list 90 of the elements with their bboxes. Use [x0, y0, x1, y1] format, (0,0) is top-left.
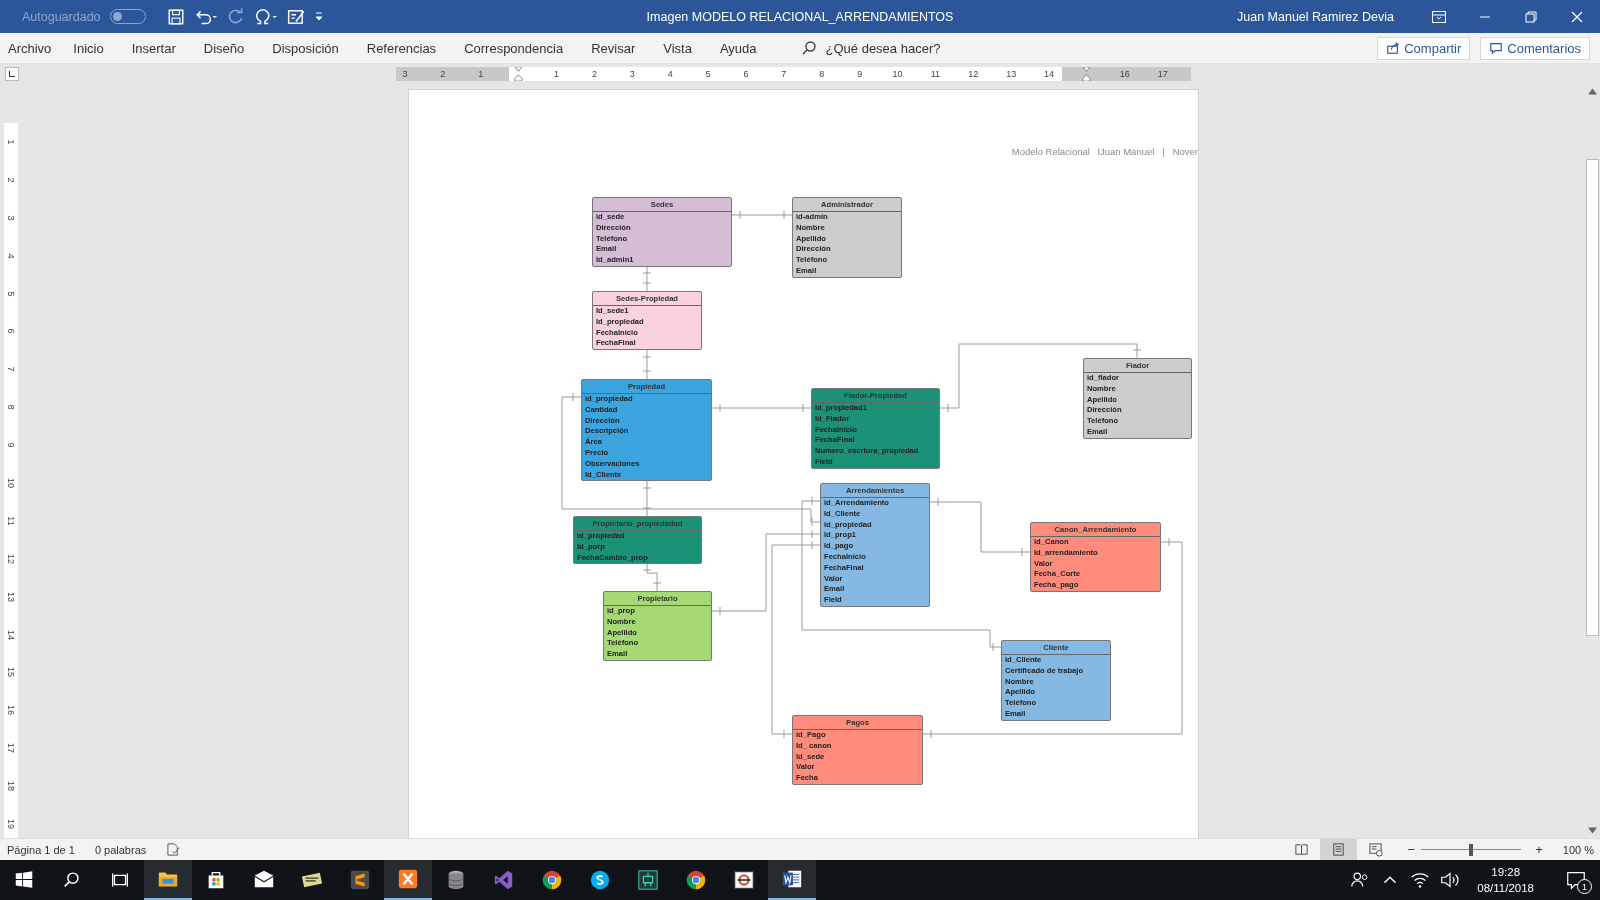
folder-icon[interactable]: [144, 860, 192, 900]
zoom-out-button[interactable]: −: [1407, 842, 1416, 857]
ruler-number: 5: [6, 291, 16, 296]
tab-selector[interactable]: [5, 67, 19, 81]
connector-line: [642, 264, 652, 292]
clock-date: 08/11/2018: [1477, 881, 1534, 896]
zoom-thumb[interactable]: [1469, 843, 1474, 856]
form-edit-icon[interactable]: [286, 7, 305, 26]
menu-item[interactable]: Insertar: [131, 40, 176, 56]
ruler-number: 9: [857, 69, 863, 79]
ruler-number: 3: [6, 215, 16, 221]
indent-marker-icon[interactable]: [1082, 67, 1092, 81]
clock[interactable]: 19:28 08/11/2018: [1477, 860, 1534, 900]
ruler-number: 10: [6, 477, 16, 488]
proofing-icon[interactable]: [166, 842, 182, 857]
user-name: Juan Manuel Ramirez Devia: [1237, 9, 1394, 24]
indent-marker-icon[interactable]: [514, 67, 524, 81]
scroll-thumb[interactable]: [1586, 159, 1599, 636]
ruler-number: 18: [6, 781, 16, 792]
menu-item[interactable]: Diseño: [203, 40, 245, 56]
notification-icon[interactable]: [1565, 869, 1587, 891]
ruler-number: 7: [781, 69, 787, 79]
xampp-icon[interactable]: [384, 860, 432, 900]
ruler-number: 1: [478, 69, 484, 79]
notification-badge: 1: [1577, 879, 1592, 894]
ruler-number: 3: [629, 69, 635, 79]
ruler-number: 7: [6, 366, 16, 372]
ruler-number: 8: [6, 404, 16, 410]
word-icon[interactable]: [768, 860, 816, 900]
zoom-level[interactable]: 100 %: [1562, 843, 1594, 856]
menu-item[interactable]: Archivo: [8, 40, 52, 56]
ruler-number: 11: [6, 516, 16, 526]
search-icon: [800, 40, 817, 56]
ruler-number: 4: [6, 253, 16, 259]
ruler-number: 2: [440, 69, 446, 79]
ruler-number: 11: [930, 69, 941, 79]
ruler-number: 16: [6, 705, 16, 716]
ruler-number: 15: [6, 667, 16, 678]
ruler-number: 17: [6, 743, 16, 754]
menu-item[interactable]: Correspondencia: [464, 40, 564, 56]
ruler-number: 16: [1119, 69, 1130, 79]
ruler-number: 14: [1044, 69, 1055, 79]
connector-line: [642, 561, 662, 592]
ruler-number: 1: [554, 69, 559, 79]
comments-button[interactable]: Comentarios: [1480, 36, 1590, 60]
zoom-in-button[interactable]: +: [1535, 842, 1543, 857]
omega-icon[interactable]: [253, 7, 278, 26]
ruler-number: 4: [667, 69, 673, 79]
ruler-number: 12: [968, 69, 979, 79]
ruler-number: 12: [6, 553, 16, 564]
page-count: Página 1 de 1: [7, 843, 75, 856]
ruler-number: 13: [1006, 69, 1017, 79]
autosave-label: Autoguardado: [22, 9, 101, 24]
word-count: 0 palabras: [94, 843, 147, 856]
redo-icon[interactable]: [226, 7, 245, 26]
window-title: Imagen MODELO RELACIONAL_ARRENDAMIENTOS: [646, 9, 954, 24]
search-field[interactable]: ¿Qué desea hacer?: [800, 40, 976, 56]
ribbon-display-icon[interactable]: [1431, 8, 1447, 25]
share-button[interactable]: Compartir: [1377, 36, 1471, 60]
scrollbar[interactable]: [1585, 84, 1600, 838]
ruler-number: 5: [705, 69, 711, 79]
ruler-number: 2: [591, 69, 597, 79]
customize-icon[interactable]: [313, 10, 324, 23]
save-icon[interactable]: [166, 7, 185, 26]
menu-item[interactable]: Revisar: [591, 40, 636, 56]
ruler-number: 17: [1157, 69, 1168, 79]
ruler-number: 14: [6, 629, 16, 640]
menu-item[interactable]: Vista: [663, 40, 692, 56]
connector-line: [731, 210, 793, 220]
menu-item[interactable]: Disposición: [272, 40, 339, 56]
ruler-number: 2: [6, 177, 16, 183]
comment-icon: [1489, 41, 1504, 55]
ruler-number: 1: [6, 139, 16, 145]
share-icon: [1386, 41, 1401, 55]
ruler-number: 8: [819, 69, 825, 79]
print-layout-icon[interactable]: [1319, 839, 1357, 860]
ruler-number: 10: [892, 69, 903, 79]
header-note: Modelo Relacional lJuan Manuel | Nover: [1011, 146, 1198, 157]
ruler-number: 3: [402, 69, 408, 79]
menu-item[interactable]: Referencias: [366, 40, 437, 56]
restore-icon[interactable]: [1523, 8, 1539, 25]
clock-time: 19:28: [1491, 865, 1521, 880]
ruler-number: 6: [6, 328, 16, 334]
ruler-number: 19: [6, 818, 16, 829]
menu-item[interactable]: Inicio: [73, 40, 104, 56]
connector-line: [642, 348, 652, 380]
ruler-number: 9: [6, 442, 16, 448]
menu-item[interactable]: Ayuda: [719, 40, 757, 56]
ruler-number: 6: [743, 69, 749, 79]
ruler-number: 13: [6, 591, 16, 602]
